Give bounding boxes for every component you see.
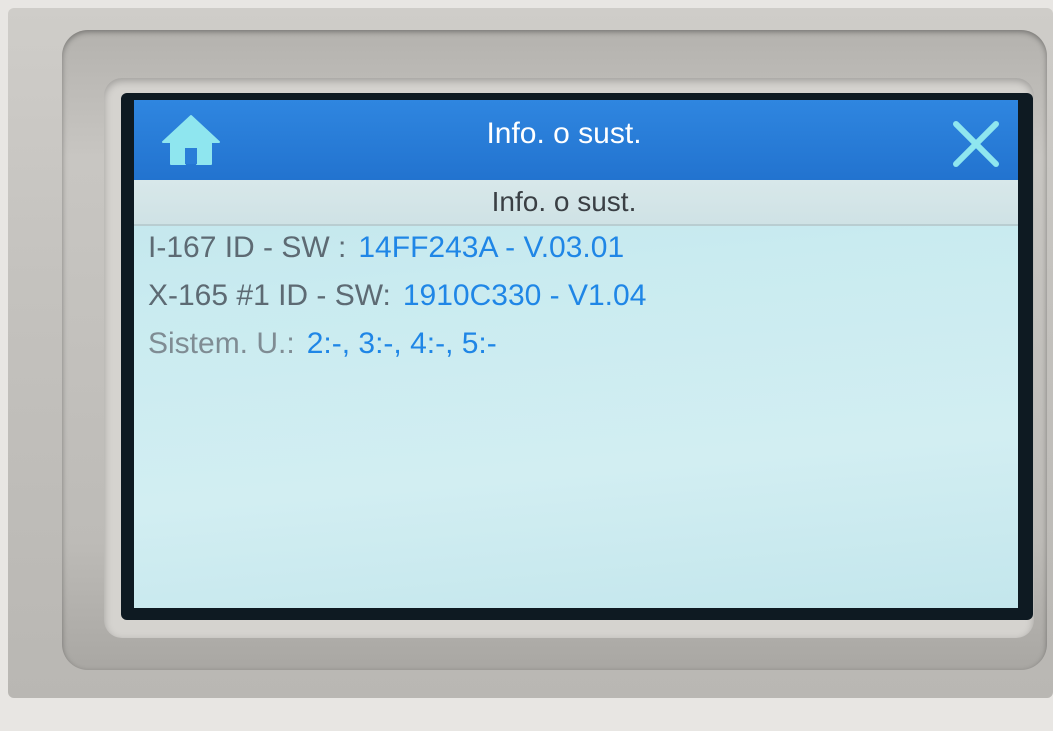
- page-title: Info. o sust.: [486, 117, 642, 150]
- section-header: Info. o sust.: [134, 180, 1018, 226]
- info-row-i167: I-167 ID - SW : 14FF243A - V.03.01: [148, 224, 624, 272]
- info-value: 14FF243A - V.03.01: [358, 231, 625, 264]
- section-title: Info. o sust.: [491, 186, 637, 217]
- title-bar: Info. o sust.: [134, 100, 1018, 180]
- close-icon: [953, 121, 999, 167]
- close-button[interactable]: [940, 114, 1012, 174]
- home-icon: [162, 115, 220, 165]
- home-button[interactable]: [152, 110, 230, 170]
- info-row-x165: X-165 #1 ID - SW: 1910C330 - V1.04: [148, 272, 646, 320]
- info-label: Sistem. U.:: [148, 327, 295, 360]
- info-label: X-165 #1 ID - SW:: [148, 279, 391, 312]
- touch-screen: Info. o sust. Info. o sust. I-167 ID - S…: [134, 100, 1018, 608]
- info-row-system-units: Sistem. U.: 2:-, 3:-, 4:-, 5:-: [148, 320, 497, 368]
- info-value: 1910C330 - V1.04: [402, 279, 647, 312]
- info-value: 2:-, 3:-, 4:-, 5:-: [306, 327, 497, 360]
- info-label: I-167 ID - SW :: [148, 231, 347, 264]
